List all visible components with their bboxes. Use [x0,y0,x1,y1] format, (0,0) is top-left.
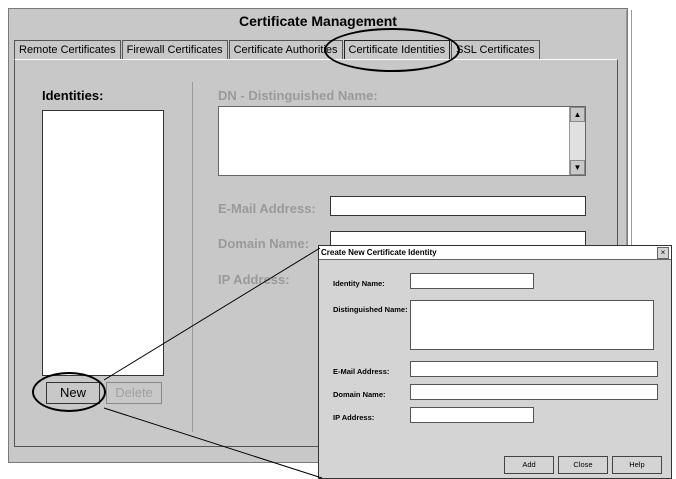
tab-bar: Remote Certificates Firewall Certificate… [14,40,541,60]
email-label: E-Mail Address: [218,201,316,216]
dialog-email-label: E-Mail Address: [333,367,390,376]
dialog-domain-label: Domain Name: [333,390,386,399]
dialog-ip-label: IP Address: [333,413,375,422]
dialog-distinguished-name-input[interactable] [410,300,654,350]
delete-button[interactable]: Delete [106,382,162,404]
close-icon[interactable]: × [657,247,669,259]
tab-ssl-certificates[interactable]: SSL Certificates [451,40,540,59]
domain-label: Domain Name: [218,236,310,251]
scroll-down-icon[interactable]: ▼ [570,160,585,175]
email-field[interactable] [330,196,586,216]
divider [192,82,193,432]
dialog-identity-name-input[interactable] [410,273,534,289]
window-title: Certificate Management [9,9,627,33]
identities-label: Identities: [42,88,104,103]
add-button[interactable]: Add [504,456,554,474]
dialog-domain-input[interactable] [410,384,658,400]
dialog-email-input[interactable] [410,361,658,377]
dialog-distinguished-name-label: Distinguished Name: [333,305,408,314]
tab-certificate-identities[interactable]: Certificate Identities [343,40,451,59]
tab-certificate-authorities[interactable]: Certificate Authorities [228,40,343,59]
tab-firewall-certificates[interactable]: Firewall Certificates [121,40,228,59]
dialog-title: Create New Certificate Identity [319,246,671,260]
ip-label: IP Address: [218,272,290,287]
dialog-ip-input[interactable] [410,407,534,423]
dn-textarea[interactable]: ▲ ▼ [218,106,586,176]
identities-list[interactable] [42,110,164,376]
scroll-up-icon[interactable]: ▲ [570,107,585,122]
close-button[interactable]: Close [558,456,608,474]
dn-label: DN - Distinguished Name: [218,88,378,103]
dialog-identity-name-label: Identity Name: [333,279,385,288]
tab-remote-certificates[interactable]: Remote Certificates [14,40,121,59]
dn-scrollbar[interactable]: ▲ ▼ [569,107,585,175]
help-button[interactable]: Help [612,456,662,474]
new-button[interactable]: New [46,382,100,404]
